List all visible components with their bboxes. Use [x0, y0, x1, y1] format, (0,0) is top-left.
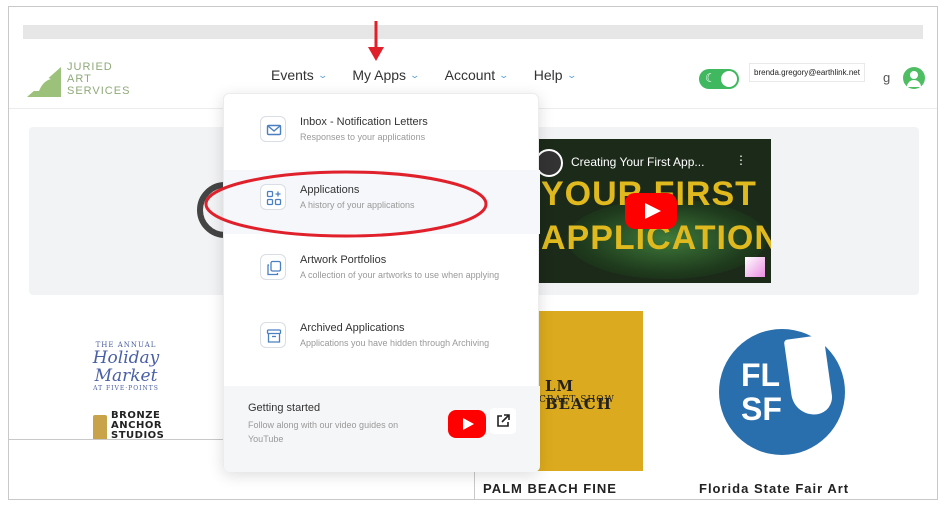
video-title: Creating Your First App... [571, 155, 705, 169]
my-apps-dropdown: Inbox - Notification Letters Responses t… [223, 93, 540, 472]
getting-started-title: Getting started [248, 402, 321, 414]
nav-help[interactable]: Help ⌄ [533, 67, 577, 83]
menu-item-title: Inbox - Notification Letters [300, 116, 428, 128]
logo-line-3: SERVICES [67, 85, 131, 97]
video-corner-logo [745, 257, 765, 277]
menu-item-subtitle: Applications you have hidden through Arc… [300, 338, 490, 348]
event-logo-flsf[interactable]: FL SF [719, 329, 845, 455]
logo-text: JURIED ART SERVICES [67, 61, 130, 97]
flsf-line-2: SF [741, 391, 782, 427]
menu-item-artwork-portfolios[interactable]: Artwork Portfolios A collection of your … [224, 240, 540, 304]
menu-item-subtitle: A collection of your artworks to use whe… [300, 270, 500, 280]
copy-icon [260, 254, 286, 280]
mail-icon [260, 116, 286, 142]
youtube-play-icon[interactable] [625, 193, 677, 229]
getting-started-section: Getting started Follow along with our vi… [224, 386, 540, 472]
site-logo[interactable]: JURIED ART SERVICES [25, 61, 135, 101]
nav-my-apps[interactable]: My Apps ⌄ [352, 67, 421, 83]
palm-line-2: CRAFT SHOW [539, 395, 615, 405]
nav-account-label: Account [444, 67, 496, 83]
chevron-down-icon: ⌄ [566, 69, 577, 80]
browser-top-bar [23, 25, 923, 39]
screenshot-frame: JURIED ART SERVICES Events ⌄ My Apps ⌄ A… [8, 6, 938, 500]
event-logo-holiday-market[interactable]: THE ANNUAL Holiday Market AT FIVE·POINTS [87, 341, 165, 392]
nav-events-label: Events [271, 67, 314, 83]
logo-line-1: JURIED [67, 61, 113, 73]
flsf-line-1: FL [741, 357, 781, 393]
palm-beach-caption[interactable]: PALM BEACH FINE [483, 481, 617, 496]
anchor-icon [93, 415, 107, 441]
user-email-label: brenda.gregory@earthlink.net [749, 63, 865, 82]
menu-item-title: Artwork Portfolios [300, 254, 387, 266]
avatar[interactable] [903, 67, 925, 89]
moon-icon: ☾ [705, 71, 716, 85]
flsf-caption[interactable]: Florida State Fair Art [699, 481, 849, 496]
annotation-arrow-icon [368, 21, 384, 61]
dark-mode-toggle[interactable]: ☾ [699, 69, 739, 89]
more-options-icon[interactable]: ⋮ [735, 153, 747, 167]
logo-mark-icon [27, 67, 61, 97]
logo-line-2: ART [67, 73, 92, 85]
holiday-line-2a: Holiday [92, 348, 160, 368]
chevron-down-icon: ⌄ [317, 69, 328, 80]
toggle-knob [721, 71, 737, 87]
chevron-down-icon: ⌄ [498, 69, 510, 80]
menu-item-subtitle: Responses to your applications [300, 132, 426, 142]
holiday-line-2b: Market [94, 366, 158, 386]
tutorial-video[interactable]: Creating Your First App... ⋮ YOUR FIRST … [527, 139, 771, 283]
menu-item-title: Archived Applications [300, 322, 405, 334]
nav-events[interactable]: Events ⌄ [271, 67, 328, 83]
menu-item-inbox[interactable]: Inbox - Notification Letters Responses t… [224, 102, 540, 166]
nav-account[interactable]: Account ⌄ [444, 67, 510, 83]
florida-map-icon [783, 334, 835, 418]
menu-item-archived-applications[interactable]: Archived Applications Applications you h… [224, 308, 540, 372]
chevron-down-icon: ⌄ [409, 69, 421, 80]
getting-started-subtitle: Follow along with our video guides on Yo… [248, 420, 399, 444]
user-name-fragment: g [883, 70, 891, 85]
youtube-icon[interactable] [448, 410, 486, 438]
main-nav: Events ⌄ My Apps ⌄ Account ⌄ Help ⌄ [271, 67, 577, 83]
nav-my-apps-label: My Apps [352, 67, 407, 83]
archive-icon [260, 322, 286, 348]
annotation-highlight-ellipse [204, 170, 488, 238]
holiday-line-3: AT FIVE·POINTS [93, 385, 159, 392]
bronze-text: BRONZE ANCHOR STUDIOS [111, 411, 164, 441]
external-link-icon[interactable] [490, 408, 516, 434]
nav-help-label: Help [533, 67, 563, 83]
